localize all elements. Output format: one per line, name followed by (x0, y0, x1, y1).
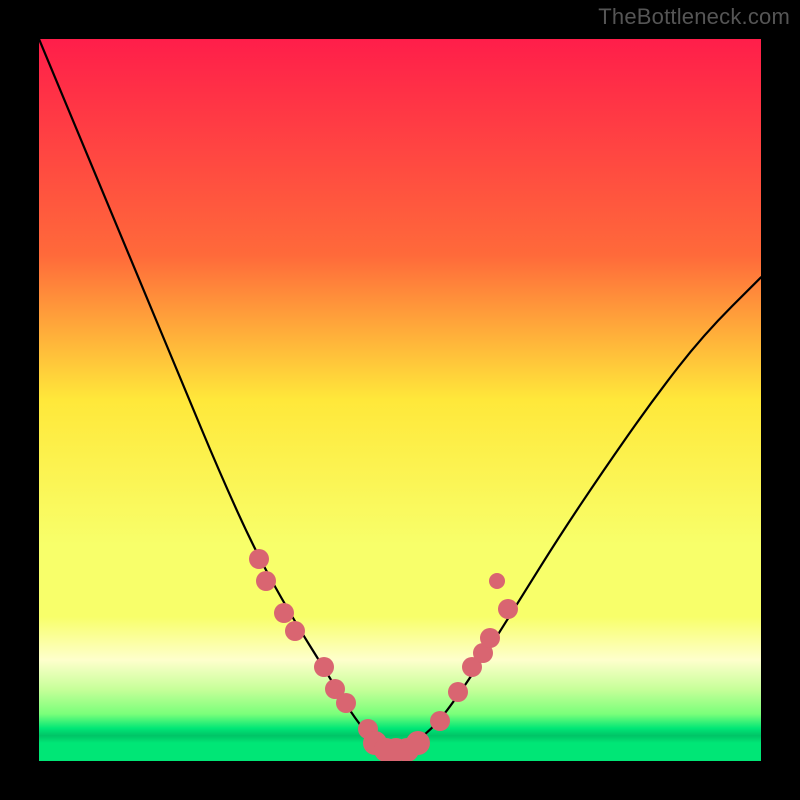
data-point (406, 731, 430, 755)
data-point (274, 603, 294, 623)
data-point (448, 682, 468, 702)
watermark-text: TheBottleneck.com (598, 4, 790, 30)
data-point (498, 599, 518, 619)
data-point (480, 628, 500, 648)
data-point (489, 573, 505, 589)
data-point (249, 549, 269, 569)
plot-area (39, 39, 761, 761)
data-point (430, 711, 450, 731)
data-point (256, 571, 276, 591)
chart-svg (39, 39, 761, 761)
outer-frame: TheBottleneck.com (0, 0, 800, 800)
data-point (314, 657, 334, 677)
data-point (285, 621, 305, 641)
data-point (336, 693, 356, 713)
